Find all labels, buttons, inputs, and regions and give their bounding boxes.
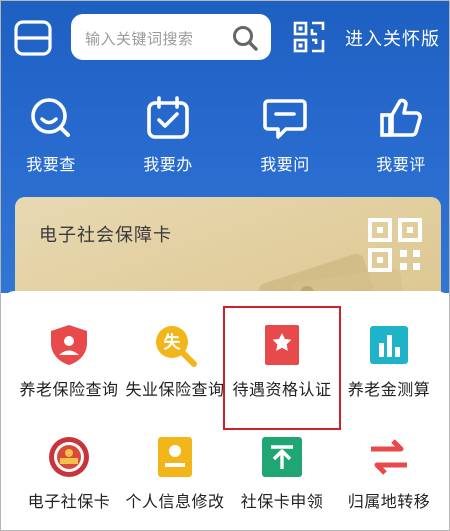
thumbs-up-icon: [380, 98, 422, 137]
calendar-check-icon: [147, 96, 189, 139]
search-face-icon: [31, 98, 70, 137]
service-unemployment-query[interactable]: 失 失业保险查询: [119, 323, 231, 400]
service-profile-edit[interactable]: 个人信息修改: [119, 435, 231, 512]
service-label: 养老金测算: [347, 380, 431, 399]
transfer-arrows-icon: [371, 439, 407, 475]
quick-action-label: 我要查: [26, 155, 76, 174]
service-label: 失业保险查询: [125, 380, 225, 399]
service-pension-calculation[interactable]: 养老金测算: [333, 323, 445, 400]
search-input[interactable]: 输入关键词搜索: [85, 28, 194, 49]
care-mode-link[interactable]: 进入关怀版: [345, 25, 440, 51]
service-electronic-card[interactable]: 电子社保卡: [13, 435, 125, 512]
bar-chart-icon: [370, 326, 408, 364]
service-label: 电子社保卡: [27, 492, 111, 511]
service-label: 社保卡申领: [240, 492, 324, 511]
quick-action-handle[interactable]: 我要办: [118, 95, 218, 175]
top-bar: 输入关键词搜索 进入关怀版: [1, 1, 449, 71]
service-card-application[interactable]: 社保卡申领: [226, 435, 338, 512]
service-pension-query[interactable]: 养老保险查询: [13, 323, 125, 400]
profile-card-icon: [158, 437, 192, 477]
unemployment-search-icon: 失: [156, 326, 197, 367]
quick-action-label: 我要评: [376, 155, 426, 174]
menu-icon[interactable]: [13, 19, 53, 57]
quick-action-rate[interactable]: 我要评: [351, 95, 449, 175]
card-title: 电子社会保障卡: [39, 225, 172, 246]
qr-code-icon[interactable]: [367, 217, 423, 273]
service-label: 养老保险查询: [19, 380, 119, 399]
quick-action-label: 我要办: [143, 155, 193, 174]
shield-user-icon: [51, 325, 87, 365]
quick-action-ask[interactable]: 我要问: [235, 95, 335, 175]
quick-action-label: 我要问: [260, 155, 310, 174]
chat-bubble-icon: [263, 99, 307, 139]
quick-action-query[interactable]: 我要查: [1, 95, 101, 175]
service-location-transfer[interactable]: 归属地转移: [333, 435, 445, 512]
highlight-box: [223, 306, 341, 430]
social-security-emblem-icon: [49, 437, 89, 477]
service-label: 个人信息修改: [125, 492, 225, 511]
card-apply-icon: [262, 437, 302, 477]
search-bar[interactable]: 输入关键词搜索: [71, 14, 271, 60]
unemployment-badge: 失: [164, 332, 182, 353]
service-label: 归属地转移: [347, 492, 431, 511]
scan-qr-icon[interactable]: [293, 21, 325, 53]
search-icon[interactable]: [231, 24, 259, 52]
app-frame: 输入关键词搜索 进入关怀版 我要查 我要办 我要问 我要评 电子社会保障卡 养老…: [0, 0, 450, 531]
